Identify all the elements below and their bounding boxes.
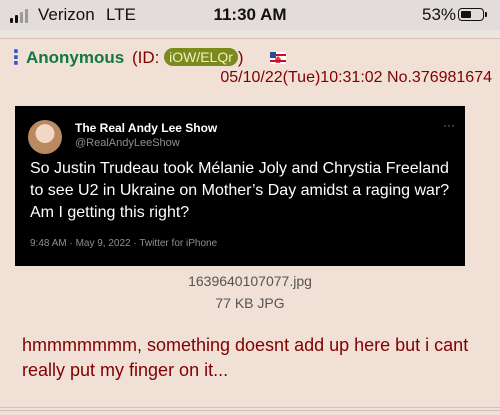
poster-id: (ID: iOW/ELQr) xyxy=(132,48,244,68)
post: ⋮ Anonymous (ID: iOW/ELQr) 05/10/22(Tue)… xyxy=(0,38,500,408)
poster-id-suffix: ) xyxy=(237,48,244,67)
tweet-handle: @RealAndyLeeShow xyxy=(75,137,180,149)
tweet-avatar xyxy=(28,120,62,154)
tweet-meta: 9:48 AM · May 9, 2022 · Twitter for iPho… xyxy=(30,238,218,249)
poster-id-prefix: (ID: xyxy=(132,48,165,67)
status-bar: Verizon LTE 11:30 AM 53% xyxy=(0,0,500,30)
image-filename[interactable]: 1639640107077.jpg xyxy=(0,273,500,289)
next-post xyxy=(0,410,500,415)
tweet-display-name: The Real Andy Lee Show xyxy=(75,121,218,135)
political-flag-icon xyxy=(270,52,286,64)
post-menu-icon[interactable]: ⋮ xyxy=(6,48,26,68)
image-filesize: 77 KB JPG xyxy=(215,295,285,311)
post-image[interactable]: The Real Andy Lee Show @RealAndyLeeShow … xyxy=(15,106,465,266)
poster-id-badge[interactable]: iOW/ELQr xyxy=(164,48,238,66)
battery-percent: 53% xyxy=(422,5,457,24)
tweet-text: So Justin Trudeau took Mélanie Joly and … xyxy=(30,160,450,221)
post-comment: hmmmmmmm, something doesnt add up here b… xyxy=(22,335,469,380)
post-datetime[interactable]: 05/10/22(Tue)10:31:02 No.376981674 xyxy=(220,69,492,87)
battery-tip xyxy=(485,12,487,17)
poster-name: Anonymous xyxy=(26,48,125,67)
tweet-more-icon: ··· xyxy=(443,118,455,132)
battery-icon xyxy=(458,8,484,21)
